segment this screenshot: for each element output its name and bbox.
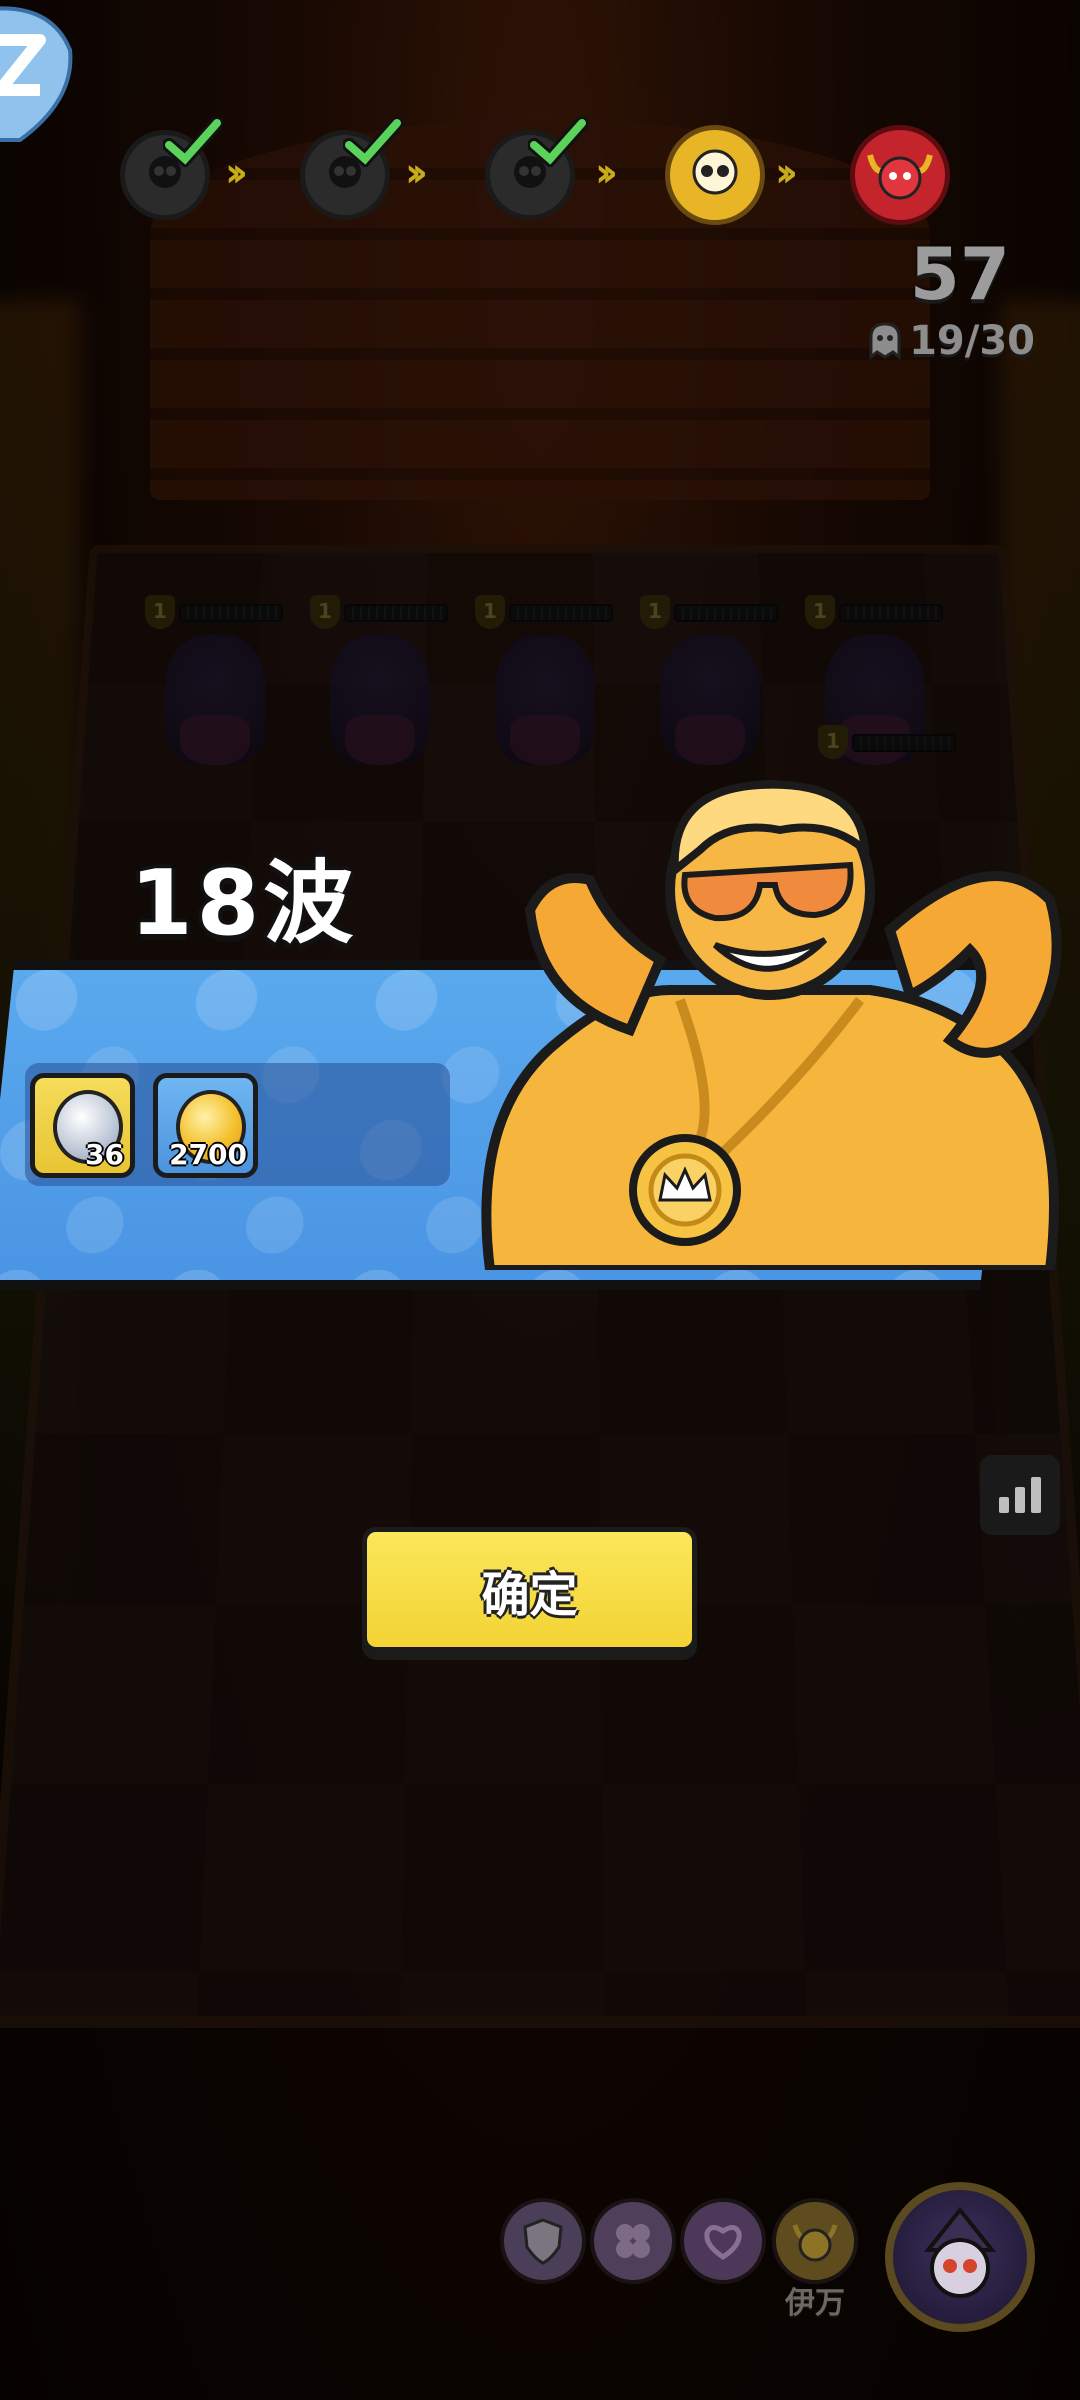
wave-node-cleared bbox=[120, 117, 223, 220]
check-icon bbox=[343, 117, 403, 167]
ghost-count-value: 19/30 bbox=[909, 318, 1035, 364]
reward-gold-coin: 2700 bbox=[153, 1073, 258, 1178]
skill-slot-clover[interactable] bbox=[590, 2198, 676, 2284]
ghost-icon bbox=[869, 322, 901, 361]
clover-icon bbox=[616, 2224, 650, 2258]
confirm-button[interactable]: 确定 bbox=[362, 1527, 697, 1652]
skill-slot-hero[interactable] bbox=[772, 2198, 858, 2284]
heart-swirl-icon bbox=[704, 2225, 742, 2261]
wave-node-boss bbox=[850, 125, 950, 225]
ghost-counter: 19/30 bbox=[867, 318, 1035, 364]
chevron-right-icon: ›› bbox=[595, 150, 618, 196]
skill-slot-heart[interactable] bbox=[680, 2198, 766, 2284]
red-demon-icon bbox=[867, 154, 933, 200]
skull-wizard-icon bbox=[923, 2206, 997, 2298]
wave-title: 18波 bbox=[130, 851, 358, 956]
confirm-button-label: 确定 bbox=[481, 1566, 578, 1623]
check-icon bbox=[163, 117, 223, 167]
gold-skull-icon bbox=[692, 149, 738, 195]
corner-logo-icon bbox=[0, 6, 73, 142]
wave-node-cleared bbox=[300, 117, 403, 220]
reward-count: 2700 bbox=[169, 1138, 247, 1171]
wave-node-current bbox=[665, 125, 765, 225]
hero-name-label: 伊万 bbox=[785, 2286, 845, 2321]
game-screen: 1 1 1 1 1 1 bbox=[0, 0, 1080, 2400]
golden-hero-illustration bbox=[481, 780, 1062, 1270]
shield-icon bbox=[523, 2218, 563, 2265]
reward-count: 36 bbox=[85, 1138, 124, 1171]
chevron-right-icon: ›› bbox=[225, 150, 248, 196]
hero-portrait-button[interactable] bbox=[885, 2182, 1035, 2332]
chevron-right-icon: ›› bbox=[405, 150, 428, 196]
wave-node-cleared bbox=[485, 117, 588, 220]
reward-silver-coin: 36 bbox=[30, 1073, 135, 1178]
skill-slot-shield[interactable] bbox=[500, 2198, 586, 2284]
chevron-right-icon: ›› bbox=[775, 150, 798, 196]
gold-demon-icon bbox=[792, 2224, 838, 2262]
stats-button[interactable] bbox=[980, 1455, 1060, 1535]
wave-progress: ›› ›› ›› ›› bbox=[110, 117, 970, 225]
score-value: 57 bbox=[909, 232, 1010, 316]
bar-chart-icon bbox=[999, 1477, 1041, 1513]
check-icon bbox=[528, 117, 588, 167]
